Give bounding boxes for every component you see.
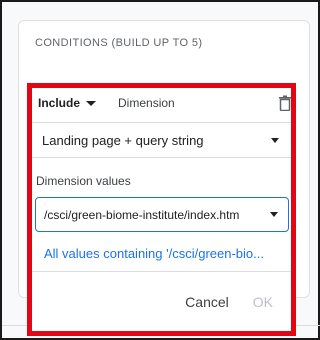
include-dropdown[interactable]: Include xyxy=(38,96,97,110)
dimension-select[interactable]: Landing page + query string xyxy=(32,122,291,158)
card-title: CONDITIONS (BUILD UP TO 5) xyxy=(35,37,203,49)
dimension-values-text: /csci/green-biome-institute/index.htm xyxy=(44,207,240,222)
dimension-values-input[interactable]: /csci/green-biome-institute/index.htm xyxy=(35,197,289,232)
suggestion-option[interactable]: All values containing '/csci/green-bio..… xyxy=(32,236,291,272)
ok-button[interactable]: OK xyxy=(253,294,273,310)
dialog-actions: Cancel OK xyxy=(32,282,291,322)
caret-down-icon xyxy=(86,100,97,106)
caret-down-icon xyxy=(270,212,278,217)
condition-header-row: Include Dimension xyxy=(38,92,292,114)
screenshot-frame: CONDITIONS (BUILD UP TO 5) Include Dimen… xyxy=(0,0,320,340)
dimension-label: Dimension xyxy=(118,96,175,110)
caret-down-icon xyxy=(271,137,279,143)
condition-editor-panel: Include Dimension Landing page + query s… xyxy=(27,83,296,336)
cancel-button[interactable]: Cancel xyxy=(185,294,229,310)
dimension-select-value: Landing page + query string xyxy=(42,132,204,148)
dimension-values-label: Dimension values xyxy=(36,174,131,188)
include-label: Include xyxy=(38,96,81,110)
trash-icon[interactable] xyxy=(278,95,292,111)
